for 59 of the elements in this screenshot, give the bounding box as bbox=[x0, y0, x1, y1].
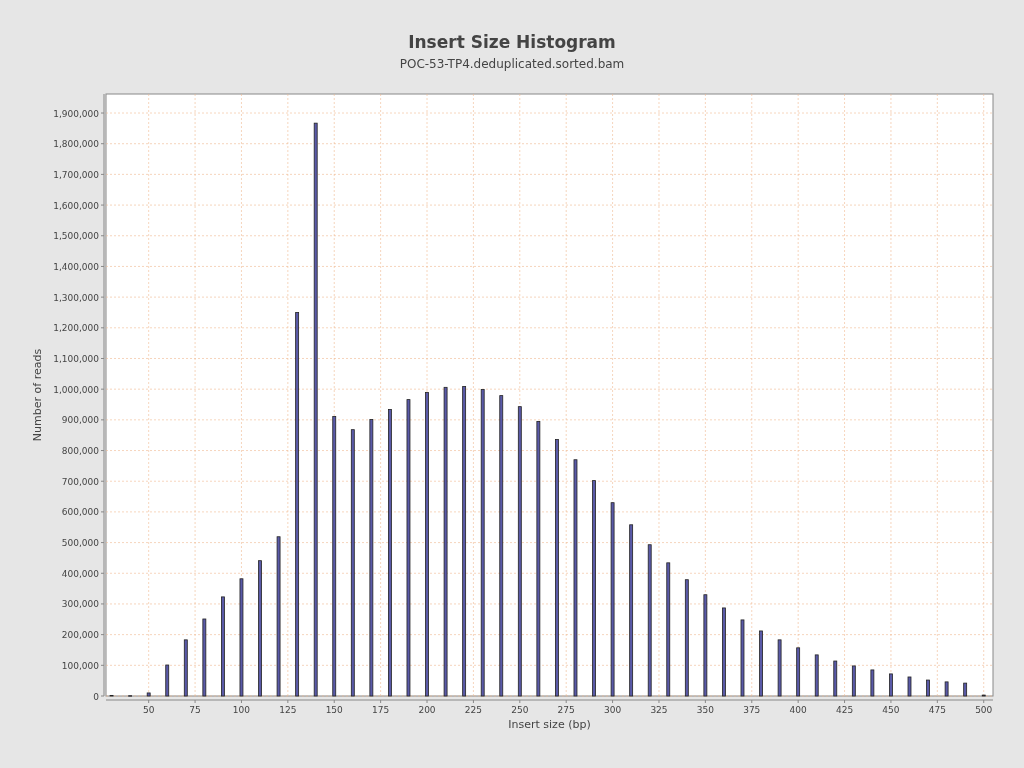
x-axis-label: Insert size (bp) bbox=[508, 718, 591, 731]
y-tick-label: 200,000 bbox=[61, 630, 99, 641]
histogram-bar bbox=[851, 665, 856, 697]
x-tick-label: 375 bbox=[743, 705, 761, 715]
histogram-bar bbox=[944, 681, 949, 697]
y-tick-label: 1,200,000 bbox=[53, 323, 99, 334]
x-tick-label: 125 bbox=[279, 705, 297, 715]
y-tick-label: 700,000 bbox=[61, 476, 99, 487]
y-tick-label: 1,500,000 bbox=[53, 231, 99, 242]
chart-subtitle: POC-53-TP4.deduplicated.sorted.bam bbox=[399, 56, 625, 72]
x-tick-label: 50 bbox=[142, 705, 155, 715]
histogram-bar bbox=[870, 669, 875, 697]
x-tick-label: 275 bbox=[557, 705, 575, 715]
histogram-bar bbox=[759, 630, 763, 697]
y-tick-label: 400,000 bbox=[61, 568, 99, 579]
y-axis-label: Number of reads bbox=[31, 348, 44, 442]
y-tick-label: 1,100,000 bbox=[53, 354, 99, 364]
y-tick-label: 800,000 bbox=[61, 446, 99, 457]
histogram-bar bbox=[907, 676, 912, 697]
x-tick-label: 350 bbox=[696, 705, 714, 715]
y-tick-label: 1,800,000 bbox=[53, 139, 99, 150]
chart-title: Insert Size Histogram bbox=[408, 31, 616, 52]
x-tick-label: 100 bbox=[232, 705, 251, 715]
x-tick-label: 475 bbox=[928, 705, 946, 715]
histogram-bar bbox=[963, 682, 968, 697]
histogram-bar bbox=[777, 639, 782, 697]
y-tick-label: 900,000 bbox=[61, 415, 99, 426]
y-tick-label: 500,000 bbox=[61, 538, 99, 549]
histogram-bar bbox=[796, 647, 801, 697]
histogram-bar bbox=[183, 639, 188, 697]
x-tick-label: 75 bbox=[189, 705, 201, 715]
y-tick-label: 1,000,000 bbox=[53, 384, 99, 395]
x-tick-label: 150 bbox=[325, 705, 343, 715]
y-tick-label: 300,000 bbox=[61, 599, 99, 610]
x-tick-label: 250 bbox=[511, 705, 529, 715]
histogram-bar bbox=[889, 673, 893, 697]
x-tick-label: 425 bbox=[835, 705, 854, 715]
histogram-bar bbox=[814, 654, 819, 697]
histogram-bar bbox=[833, 660, 838, 697]
x-tick-label: 200 bbox=[418, 705, 436, 715]
y-tick-label: 1,300,000 bbox=[53, 292, 99, 303]
histogram-bar bbox=[926, 679, 930, 697]
histogram-bar bbox=[146, 692, 151, 697]
x-tick-label: 400 bbox=[789, 705, 807, 715]
histogram-bar bbox=[981, 694, 986, 697]
y-tick-label: 1,700,000 bbox=[53, 169, 99, 180]
x-tick-label: 225 bbox=[464, 705, 482, 715]
x-tick-label: 500 bbox=[975, 705, 993, 715]
x-tick-label: 450 bbox=[882, 705, 900, 715]
x-tick-label: 325 bbox=[650, 705, 668, 715]
x-tick-label: 300 bbox=[604, 705, 622, 715]
y-tick-label: 600,000 bbox=[61, 507, 99, 518]
y-tick-label: 1,900,000 bbox=[53, 108, 99, 119]
histogram-bar bbox=[165, 664, 170, 697]
y-tick-label: 1,600,000 bbox=[53, 200, 99, 211]
y-tick-label: 100,000 bbox=[61, 660, 99, 671]
y-tick-label: 0 bbox=[93, 691, 99, 702]
y-tick-label: 1,400,000 bbox=[53, 261, 99, 272]
x-tick-label: 175 bbox=[372, 705, 390, 715]
